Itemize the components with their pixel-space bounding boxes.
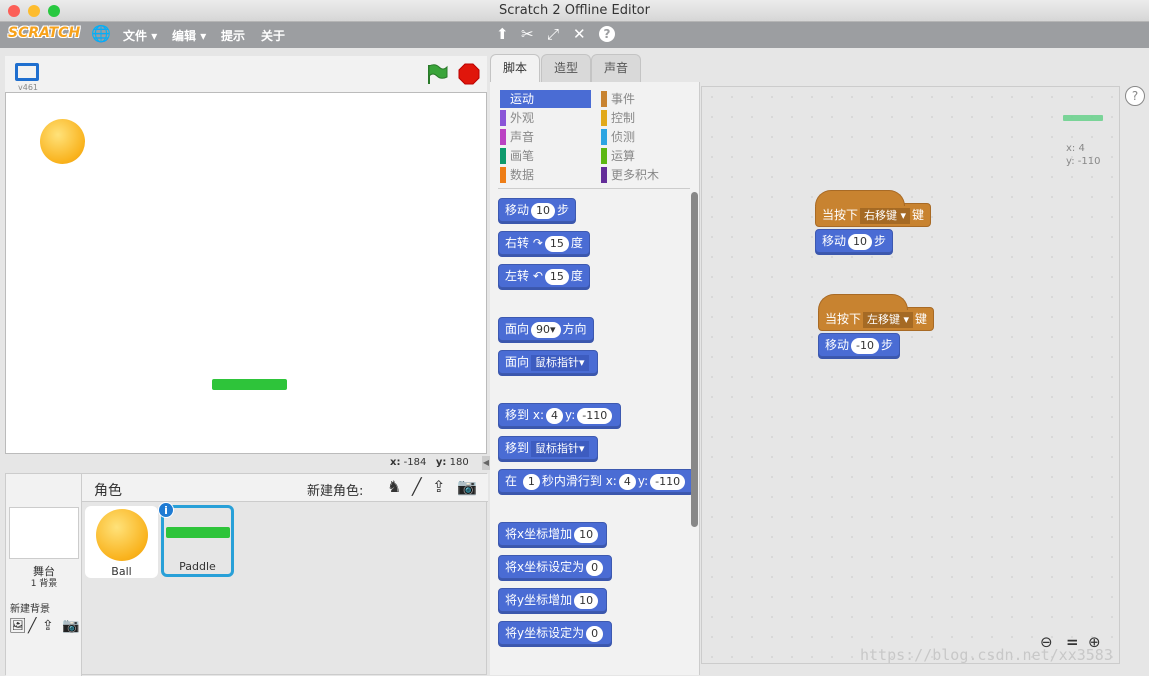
- paddle-sprite[interactable]: [212, 379, 287, 390]
- category-control[interactable]: 控制: [601, 109, 691, 127]
- ball-sprite[interactable]: [40, 119, 85, 164]
- paint-backdrop-icon[interactable]: ╱: [28, 618, 36, 634]
- when-key-pressed-hat-right[interactable]: 当按下 右移键 ▾ 键: [815, 190, 932, 227]
- sprite-y-readout: y: -110: [1066, 156, 1101, 167]
- paddle-thumbnail: [165, 527, 230, 538]
- rotate-left-icon: ↶: [532, 269, 543, 283]
- right-strip: ?: [1120, 86, 1149, 675]
- collapse-stage-arrow-icon[interactable]: ◀: [482, 456, 490, 470]
- block-point-towards[interactable]: 面向 鼠标指针▾: [498, 350, 598, 374]
- script-move-right[interactable]: 移动 10 步: [815, 229, 894, 253]
- block-glide[interactable]: 在 1 秒内滑行到 x: 4 y: -110: [498, 469, 695, 493]
- sprite-thumb-paddle[interactable]: i Paddle: [158, 502, 234, 577]
- category-data[interactable]: 数据: [500, 166, 590, 184]
- script-move-left[interactable]: 移动 -10 步: [818, 333, 900, 357]
- new-sprite-label: 新建角色:: [307, 484, 364, 499]
- ball-thumbnail: [95, 509, 148, 561]
- scripts-area[interactable]: x: 4 y: -110 当按下 右移键 ▾ 键 移动 10 步 当按下 左移键 ▾ 键 移…: [701, 86, 1120, 664]
- stage-thumbnail[interactable]: [9, 507, 79, 559]
- new-backdrop-label: 新建背景: [10, 604, 50, 615]
- menu-bar: SCRATCH 🌐 文件 ▾ 编辑 ▾ 提示 关于 ⬆ ✂ ⤢ ✕ ?: [0, 22, 1149, 48]
- sprite-x-readout: x: 4: [1066, 143, 1085, 154]
- backdrop-library-icon[interactable]: 🖼: [9, 618, 27, 634]
- block-change-y[interactable]: 将y坐标增加 10: [498, 588, 608, 612]
- delete-scissors-icon[interactable]: ✂: [521, 26, 534, 42]
- stage-column: 舞台 1 背景 新建背景 🖼 ╱ ⇪ 📷: [6, 474, 82, 676]
- upload-sprite-icon[interactable]: ⇪: [432, 477, 445, 496]
- sprite-name: Paddle: [179, 560, 216, 573]
- duplicate-stamp-icon[interactable]: ⬆: [496, 26, 509, 42]
- title-bar: Scratch 2 Offline Editor: [0, 0, 1149, 22]
- tab-sounds[interactable]: 声音: [591, 54, 641, 82]
- divider: [498, 188, 690, 189]
- menu-file[interactable]: 文件 ▾: [123, 27, 157, 44]
- help-icon[interactable]: ?: [599, 26, 615, 42]
- tab-scripts[interactable]: 脚本: [490, 54, 540, 82]
- block-change-x[interactable]: 将x坐标增加 10: [498, 522, 608, 546]
- sprite-header: 角色 新建角色: ♞ ╱ ⇪ 📷: [82, 474, 488, 502]
- menu-tips[interactable]: 提示: [221, 27, 245, 44]
- palette-scrollbar[interactable]: [691, 192, 698, 527]
- camera-sprite-icon[interactable]: 📷: [457, 477, 477, 496]
- shrink-icon[interactable]: ✕: [573, 26, 586, 42]
- mouse-coordinates: x: -184 y: 180: [390, 457, 469, 468]
- upload-backdrop-icon[interactable]: ⇪: [42, 618, 54, 634]
- window-title: Scratch 2 Offline Editor: [499, 3, 650, 18]
- info-icon[interactable]: i: [158, 502, 174, 518]
- block-turn-right[interactable]: 右转 ↷ 15 度: [498, 231, 590, 255]
- rotate-right-icon: ↷: [532, 236, 543, 250]
- scratch-logo[interactable]: SCRATCH: [8, 25, 80, 41]
- camera-backdrop-icon[interactable]: 📷: [62, 618, 79, 634]
- globe-icon[interactable]: 🌐: [91, 26, 111, 42]
- sprites-title: 角色: [94, 483, 122, 499]
- sprite-library-icon[interactable]: ♞: [387, 477, 401, 496]
- paint-sprite-icon[interactable]: ╱: [412, 477, 422, 496]
- watermark: https://blog.csdn.net/xx3583: [860, 646, 1113, 664]
- stop-icon[interactable]: [458, 63, 480, 85]
- block-palette: 运动 外观 声音 画笔 数据 事件 控制 侦测 运算 更多积木 移动 10 步 右转…: [490, 82, 700, 675]
- stage-canvas[interactable]: [5, 92, 487, 454]
- block-goto-xy[interactable]: 移到 x: 4 y: -110: [498, 403, 622, 427]
- category-sound[interactable]: 声音: [500, 128, 590, 146]
- when-key-pressed-hat-left[interactable]: 当按下 左移键 ▾ 键: [818, 294, 935, 331]
- sprite-name: Ball: [111, 565, 132, 578]
- block-set-x[interactable]: 将x坐标设定为 0: [498, 555, 613, 579]
- sprite-thumb-ball[interactable]: Ball: [85, 506, 158, 578]
- tab-costumes[interactable]: 造型: [541, 54, 591, 82]
- category-motion[interactable]: 运动: [500, 90, 591, 108]
- version-label: v461: [18, 83, 39, 92]
- menu-edit[interactable]: 编辑 ▾: [172, 27, 206, 44]
- category-pen[interactable]: 画笔: [500, 147, 590, 165]
- help-circle-icon[interactable]: ?: [1125, 86, 1145, 106]
- fullscreen-icon[interactable]: [15, 63, 39, 81]
- category-looks[interactable]: 外观: [500, 109, 590, 127]
- sprite-preview: [1063, 115, 1103, 121]
- category-operators[interactable]: 运算: [601, 147, 691, 165]
- block-goto[interactable]: 移到 鼠标指针▾: [498, 436, 598, 460]
- sprite-panel: 舞台 1 背景 新建背景 🖼 ╱ ⇪ 📷 角色 新建角色: ♞ ╱ ⇪ 📷 Ba…: [5, 473, 488, 676]
- block-move-steps[interactable]: 移动 10 步: [498, 198, 577, 222]
- menu-about[interactable]: 关于: [261, 27, 285, 44]
- grow-icon[interactable]: ⤢: [547, 26, 559, 42]
- green-flag-icon[interactable]: [425, 63, 449, 85]
- stage-toolbar: v461: [5, 56, 487, 92]
- block-turn-left[interactable]: 左转 ↶ 15 度: [498, 264, 590, 288]
- category-events[interactable]: 事件: [601, 90, 691, 108]
- backdrop-count: 1 背景: [30, 579, 58, 589]
- category-more-blocks[interactable]: 更多积木: [601, 166, 701, 184]
- block-set-y[interactable]: 将y坐标设定为 0: [498, 621, 613, 645]
- block-point-direction[interactable]: 面向 90▾ 方向: [498, 317, 594, 341]
- category-sensing[interactable]: 侦测: [601, 128, 691, 146]
